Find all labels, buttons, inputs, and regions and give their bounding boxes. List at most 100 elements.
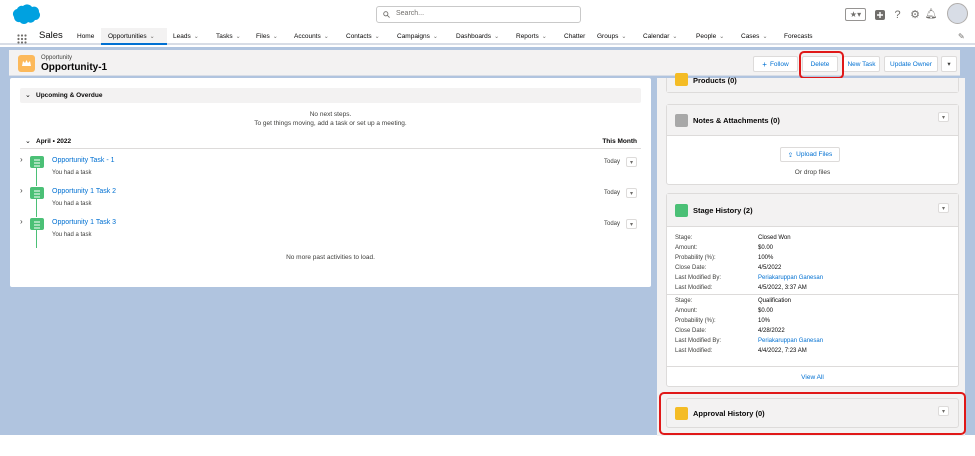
record-title: Opportunity-1 bbox=[41, 62, 108, 73]
chevron-down-icon[interactable]: ⌄ bbox=[236, 34, 241, 40]
stage-field-value: 100% bbox=[758, 255, 774, 261]
chevron-down-icon: ▾ bbox=[947, 61, 951, 68]
chevron-down-icon[interactable]: ⌄ bbox=[762, 34, 767, 40]
chevron-down-icon[interactable]: ⌄ bbox=[621, 34, 626, 40]
chevron-down-icon[interactable]: ⌄ bbox=[672, 34, 677, 40]
modified-by-user-link[interactable]: Periakaruppan Ganesan bbox=[758, 275, 823, 281]
stage-field-value: 10% bbox=[758, 318, 771, 324]
add-icon[interactable] bbox=[874, 8, 885, 21]
stage-history-title[interactable]: Stage History (2) bbox=[693, 206, 753, 215]
timeline-line bbox=[36, 168, 37, 186]
nav-tab-cases[interactable]: Cases ⌄ bbox=[741, 33, 767, 40]
modified-by-user-link[interactable]: Periakaruppan Ganesan bbox=[758, 338, 823, 344]
chevron-down-icon[interactable]: ⌄ bbox=[494, 34, 499, 40]
task-menu-dropdown[interactable]: ▾ bbox=[626, 188, 637, 198]
task-title-link[interactable]: Opportunity 1 Task 2 bbox=[52, 188, 116, 195]
chevron-down-icon[interactable]: ⌄ bbox=[375, 34, 380, 40]
expand-chevron-icon[interactable]: › bbox=[20, 155, 23, 164]
nav-tab-home[interactable]: Home bbox=[77, 33, 94, 40]
expand-chevron-icon[interactable]: › bbox=[20, 186, 23, 195]
nav-tab-contacts[interactable]: Contacts ⌄ bbox=[346, 33, 380, 40]
nav-tab-reports[interactable]: Reports ⌄ bbox=[516, 33, 547, 40]
nav-tab-label: Accounts bbox=[294, 33, 321, 40]
nav-tab-leads[interactable]: Leads ⌄ bbox=[173, 33, 199, 40]
chevron-down-icon[interactable]: ⌄ bbox=[719, 34, 724, 40]
upcoming-overdue-label: Upcoming & Overdue bbox=[36, 92, 103, 99]
follow-button[interactable]: + Follow bbox=[753, 56, 798, 72]
upcoming-overdue-section[interactable]: ⌄ Upcoming & Overdue bbox=[20, 88, 641, 103]
stage-field-label: Stage: bbox=[675, 235, 693, 241]
favorites-icon[interactable]: ★▾ bbox=[845, 8, 866, 21]
timeline-line bbox=[36, 199, 37, 217]
stage-field-value: $0.00 bbox=[758, 308, 774, 314]
nav-tab-groups[interactable]: Groups ⌄ bbox=[597, 33, 626, 40]
nav-tab-label: Reports bbox=[516, 33, 539, 40]
update-owner-button[interactable]: Update Owner bbox=[884, 56, 938, 72]
stage-field-label: Probability (%): bbox=[675, 318, 716, 324]
new-task-button[interactable]: New Task bbox=[843, 56, 880, 72]
search-icon bbox=[383, 11, 390, 18]
view-all-link[interactable]: View All bbox=[667, 374, 958, 381]
no-next-steps: No next steps. bbox=[309, 111, 352, 118]
task-subtitle: You had a task bbox=[52, 201, 92, 207]
edit-nav-icon[interactable]: ✎ bbox=[958, 32, 965, 41]
nav-tab-opportunities[interactable]: Opportunities ⌄ bbox=[108, 33, 155, 40]
this-month-label: This Month bbox=[602, 138, 637, 145]
notes-title[interactable]: Notes & Attachments (0) bbox=[693, 116, 780, 125]
nav-tab-tasks[interactable]: Tasks ⌄ bbox=[216, 33, 241, 40]
nav-tab-campaigns[interactable]: Campaigns ⌄ bbox=[397, 33, 438, 40]
expand-chevron-icon[interactable]: › bbox=[20, 217, 23, 226]
products-card: Products (0) bbox=[666, 73, 959, 93]
global-search-input[interactable]: Search... bbox=[376, 6, 581, 23]
stage-field-label: Amount: bbox=[675, 308, 698, 314]
chevron-down-icon[interactable]: ⌄ bbox=[150, 34, 155, 40]
nav-tab-label: People bbox=[696, 33, 717, 40]
chevron-down-icon[interactable]: ⌄ bbox=[194, 34, 199, 40]
stage-history-menu-dropdown[interactable]: ▾ bbox=[938, 203, 949, 213]
month-section[interactable]: ⌄ April • 2022 This Month bbox=[20, 134, 641, 149]
task-subtitle: You had a task bbox=[52, 170, 92, 176]
no-more-activities: No more past activities to load. bbox=[286, 254, 375, 261]
task-title-link[interactable]: Opportunity 1 Task 3 bbox=[52, 219, 116, 226]
nav-tab-calendar[interactable]: Calendar ⌄ bbox=[643, 33, 677, 40]
task-subtitle: You had a task bbox=[52, 232, 92, 238]
chevron-down-icon[interactable]: ⌄ bbox=[433, 34, 438, 40]
task-menu-dropdown[interactable]: ▾ bbox=[626, 219, 637, 229]
user-avatar[interactable] bbox=[947, 3, 968, 24]
nav-tab-forecasts[interactable]: Forecasts bbox=[784, 33, 813, 40]
nav-tab-label: Dashboards bbox=[456, 33, 492, 40]
nav-tab-label: Files bbox=[256, 33, 270, 40]
stage-field-value: 4/5/2022 bbox=[758, 265, 782, 271]
more-actions-dropdown[interactable]: ▾ bbox=[941, 56, 957, 72]
nav-tab-label: Opportunities bbox=[108, 33, 147, 40]
nav-tab-accounts[interactable]: Accounts ⌄ bbox=[294, 33, 329, 40]
help-icon[interactable]: ? bbox=[893, 8, 902, 21]
nav-tab-label: Campaigns bbox=[397, 33, 430, 40]
plus-icon: + bbox=[762, 59, 767, 69]
chevron-down-icon[interactable]: ⌄ bbox=[324, 34, 329, 40]
task-menu-dropdown[interactable]: ▾ bbox=[626, 157, 637, 167]
app-name: Sales bbox=[39, 30, 63, 41]
upload-files-button[interactable]: ⇪ Upload Files bbox=[780, 147, 840, 162]
upload-files-label: Upload Files bbox=[796, 151, 833, 158]
nav-tab-label: Chatter bbox=[564, 33, 586, 40]
nav-tab-chatter[interactable]: Chatter bbox=[564, 33, 585, 40]
task-title-link[interactable]: Opportunity Task - 1 bbox=[52, 157, 115, 164]
notes-menu-dropdown[interactable]: ▾ bbox=[938, 112, 949, 122]
app-launcher-icon[interactable] bbox=[17, 31, 27, 44]
nav-tab-label: Groups bbox=[597, 33, 619, 40]
salesforce-logo-icon[interactable] bbox=[11, 3, 41, 24]
nav-tab-people[interactable]: People ⌄ bbox=[696, 33, 724, 40]
chevron-down-icon[interactable]: ⌄ bbox=[542, 34, 547, 40]
nav-tab-label: Home bbox=[77, 33, 95, 40]
nav-tab-files[interactable]: Files ⌄ bbox=[256, 33, 278, 40]
month-label: April • 2022 bbox=[36, 138, 72, 145]
products-title[interactable]: Products (0) bbox=[693, 76, 737, 85]
stage-field-label: Last Modified: bbox=[675, 348, 713, 354]
chevron-down-icon[interactable]: ⌄ bbox=[273, 34, 278, 40]
setup-gear-icon[interactable]: ⚙ bbox=[910, 8, 920, 21]
notifications-bell-icon[interactable]: 🔔︎ bbox=[925, 8, 938, 21]
task-icon bbox=[30, 156, 44, 168]
chevron-down-icon: ⌄ bbox=[25, 138, 31, 145]
nav-tab-dashboards[interactable]: Dashboards ⌄ bbox=[456, 33, 499, 40]
